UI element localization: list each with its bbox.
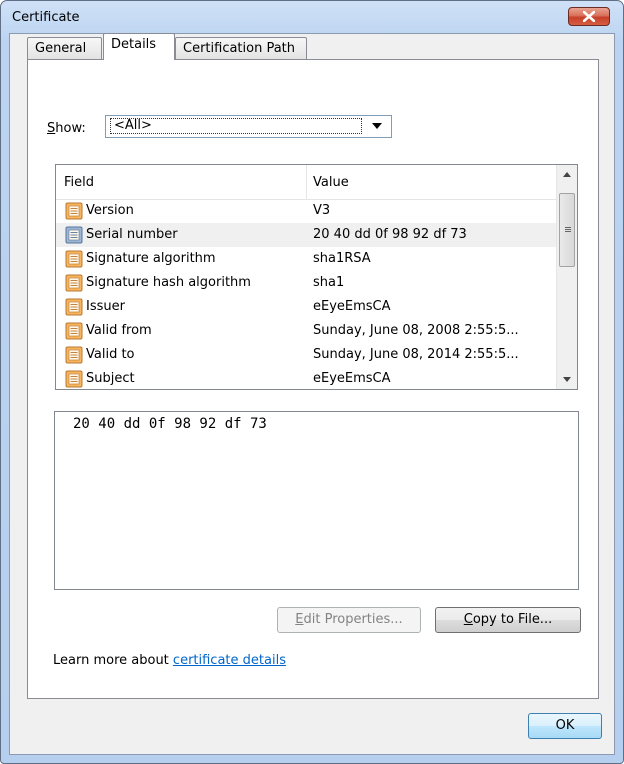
certificate-field-icon bbox=[65, 250, 83, 268]
list-row[interactable]: Version V3 bbox=[56, 199, 556, 223]
certificate-field-icon bbox=[65, 274, 83, 292]
show-label: Show: bbox=[47, 121, 86, 136]
row-field-value: eEyeEmsCA bbox=[313, 299, 391, 314]
row-field-value: sha1RSA bbox=[313, 251, 371, 266]
window-title: Certificate bbox=[12, 10, 80, 25]
scroll-down-button[interactable] bbox=[557, 369, 577, 389]
list-row[interactable]: Issuer eEyeEmsCA bbox=[56, 295, 556, 319]
list-row[interactable]: Signature algorithm sha1RSA bbox=[56, 247, 556, 271]
certificate-details-link[interactable]: certificate details bbox=[173, 653, 286, 668]
certificate-field-icon bbox=[65, 226, 83, 244]
edit-properties-label: dit Properties... bbox=[303, 612, 403, 627]
row-field-value: Sunday, June 08, 2014 2:55:5... bbox=[313, 347, 519, 362]
certificate-field-icon bbox=[65, 346, 83, 364]
chevron-down-icon bbox=[372, 123, 382, 129]
arrow-down-icon bbox=[563, 377, 571, 382]
row-field-name: Signature algorithm bbox=[86, 251, 216, 266]
certificate-dialog: Certificate General Details Certificatio… bbox=[0, 0, 624, 764]
close-button[interactable] bbox=[568, 7, 610, 26]
title-bar[interactable]: Certificate bbox=[1, 1, 623, 33]
list-row[interactable]: Valid from Sunday, June 08, 2008 2:55:5..… bbox=[56, 319, 556, 343]
row-field-name: Valid from bbox=[86, 323, 152, 338]
row-field-name: Valid to bbox=[86, 347, 135, 362]
copy-to-file-mnemonic: C bbox=[463, 612, 473, 627]
learn-more-prefix: Learn more about bbox=[53, 653, 173, 668]
ok-button[interactable]: OK bbox=[528, 713, 602, 739]
vertical-scrollbar[interactable] bbox=[556, 165, 577, 389]
field-detail-textbox[interactable]: 20 40 dd 0f 98 92 df 73 bbox=[54, 411, 579, 590]
edit-properties-mnemonic: E bbox=[295, 612, 304, 627]
certificate-field-icon bbox=[65, 322, 83, 340]
show-label-text: how: bbox=[55, 121, 86, 136]
show-dropdown-value: <All> bbox=[110, 118, 362, 134]
scrollbar-thumb[interactable] bbox=[559, 193, 575, 267]
copy-to-file-label: opy to File... bbox=[472, 612, 553, 627]
row-field-value: V3 bbox=[313, 203, 331, 218]
show-dropdown[interactable]: <All> bbox=[105, 115, 392, 138]
grip-line bbox=[565, 227, 571, 228]
column-divider[interactable] bbox=[306, 165, 307, 199]
field-detail-text: 20 40 dd 0f 98 92 df 73 bbox=[73, 416, 267, 432]
scroll-up-button[interactable] bbox=[557, 165, 577, 185]
row-field-name: Issuer bbox=[86, 299, 125, 314]
close-icon bbox=[583, 11, 595, 22]
row-field-name: Serial number bbox=[86, 227, 178, 242]
arrow-up-icon bbox=[563, 172, 571, 177]
certificate-fields-list[interactable]: Field Value Version V3 Serial number 20 40 … bbox=[55, 164, 578, 390]
row-field-name: Subject bbox=[86, 371, 135, 386]
row-field-value: eEyeEmsCA bbox=[313, 371, 391, 386]
tab-details[interactable]: Details bbox=[103, 33, 175, 60]
tab-general[interactable]: General bbox=[27, 37, 102, 59]
row-field-name: Version bbox=[86, 203, 134, 218]
row-field-name: Signature hash algorithm bbox=[86, 275, 251, 290]
row-field-value: Sunday, June 08, 2008 2:55:5... bbox=[313, 323, 519, 338]
certificate-field-icon bbox=[65, 298, 83, 316]
list-header: Field Value bbox=[56, 165, 556, 200]
certificate-field-icon bbox=[65, 370, 83, 388]
grip-line bbox=[565, 231, 571, 232]
list-row[interactable]: Signature hash algorithm sha1 bbox=[56, 271, 556, 295]
column-header-value[interactable]: Value bbox=[313, 175, 349, 190]
edit-properties-button[interactable]: Edit Properties... bbox=[277, 607, 421, 633]
tab-certification-path[interactable]: Certification Path bbox=[175, 37, 307, 59]
learn-more-text: Learn more about certificate details bbox=[53, 653, 286, 668]
copy-to-file-button[interactable]: Copy to File... bbox=[435, 607, 581, 633]
column-header-field[interactable]: Field bbox=[64, 175, 94, 190]
row-field-value: 20 40 dd 0f 98 92 df 73 bbox=[313, 227, 467, 242]
list-row[interactable]: Subject eEyeEmsCA bbox=[56, 367, 556, 389]
row-field-value: sha1 bbox=[313, 275, 345, 290]
grip-line bbox=[565, 229, 571, 230]
list-row[interactable]: Valid to Sunday, June 08, 2014 2:55:5... bbox=[56, 343, 556, 367]
list-row[interactable]: Serial number 20 40 dd 0f 98 92 df 73 bbox=[56, 223, 556, 247]
certificate-field-icon bbox=[65, 202, 83, 220]
